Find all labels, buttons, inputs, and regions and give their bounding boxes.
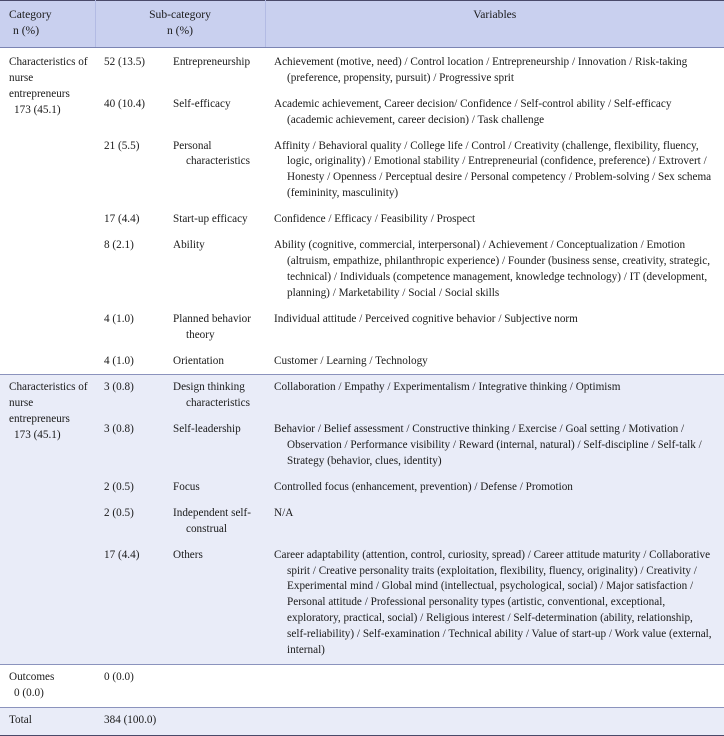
column-header-variables-label: Variables [473,8,517,21]
outcomes-sub-count: 0 (0.0) [95,664,167,708]
column-header-subcategory-line1: Sub-category [149,8,211,21]
category-count: 173 (45.1) [14,429,61,442]
column-header-variables: Variables [265,0,724,48]
subcategory-label: Ability [167,233,266,307]
table-row: 2 (0.5) Focus Controlled focus (enhancem… [0,474,724,501]
subcategory-count: 4 (1.0) [95,348,167,375]
table-body: Characteristics of nurse entrepreneurs 1… [0,47,724,736]
column-header-category-line1: Category [9,8,52,21]
variables-cell: Career adaptability (attention, control,… [265,542,724,665]
table-row: 17 (4.4) Start-up efficacy Confidence / … [0,207,724,234]
table-row: 4 (1.0) Orientation Customer / Learning … [0,348,724,375]
variables-summary-table: Category n (%) Sub-category n (%) Variab… [0,0,724,736]
subcategory-count: 21 (5.5) [95,133,167,208]
variables-cell: Individual attitude / Perceived cognitiv… [265,306,724,349]
table-row: 17 (4.4) Others Career adaptability (att… [0,542,724,665]
variables-cell: Confidence / Efficacy / Feasibility / Pr… [265,207,724,234]
total-row: Total 384 (100.0) [0,706,724,736]
subcategory-count: 4 (1.0) [95,306,167,349]
total-count: 384 (100.0) [95,706,167,736]
outcomes-row: Outcomes 0 (0.0) 0 (0.0) [0,664,724,708]
subcategory-label: Orientation [167,348,266,375]
subcategory-label: Design thinking characteristics [167,374,266,418]
outcomes-label: Outcomes [9,671,55,683]
variables-cell: Affinity / Behavioral quality / College … [265,133,724,208]
table-header: Category n (%) Sub-category n (%) Variab… [0,0,724,48]
total-subcategory [167,706,266,736]
table-container: Category n (%) Sub-category n (%) Variab… [0,0,724,736]
category-cell-section-1: Characteristics of nurse entrepreneurs 1… [0,47,95,375]
outcomes-category-cell: Outcomes 0 (0.0) [0,664,95,708]
subcategory-label: Others [167,542,266,665]
table-row: 40 (10.4) Self-efficacy Academic achieve… [0,91,724,134]
variables-cell: Controlled focus (enhancement, preventio… [265,474,724,501]
variables-cell: Achievement (motive, need) / Control loc… [265,47,724,92]
subcategory-count: 2 (0.5) [95,500,167,543]
subcategory-label: Self-leadership [167,417,266,475]
header-row: Category n (%) Sub-category n (%) Variab… [0,0,724,48]
table-row: 21 (5.5) Personal characteristics Affini… [0,133,724,208]
subcategory-count: 17 (4.4) [95,542,167,665]
variables-cell: Ability (cognitive, commercial, interper… [265,233,724,307]
category-cell-section-2: Characteristics of nurse entrepreneurs 1… [0,374,95,665]
variables-cell: Collaboration / Empathy / Experimentalis… [265,374,724,418]
subcategory-label: Independent self-construal [167,500,266,543]
variables-cell: N/A [265,500,724,543]
variables-cell: Behavior / Belief assessment / Construct… [265,417,724,475]
category-label: Characteristics of nurse entrepreneurs [9,381,88,426]
variables-cell: Academic achievement, Career decision/ C… [265,91,724,134]
column-header-category-line2: n (%) [13,24,40,38]
subcategory-label: Focus [167,474,266,501]
subcategory-label: Entrepreneurship [167,47,266,92]
subcategory-count: 2 (0.5) [95,474,167,501]
total-label: Total [0,706,95,736]
category-label: Characteristics of nurse entrepreneurs [9,55,88,100]
subcategory-label: Planned behavior theory [167,306,266,349]
subcategory-label: Self-efficacy [167,91,266,134]
outcomes-variables [265,664,724,708]
table-row: 8 (2.1) Ability Ability (cognitive, comm… [0,233,724,307]
subcategory-count: 3 (0.8) [95,417,167,475]
subcategory-label: Start-up efficacy [167,207,266,234]
category-count: 173 (45.1) [14,103,61,116]
column-header-subcategory-line2: n (%) [166,24,194,38]
outcomes-subcategory [167,664,266,708]
subcategory-label: Personal characteristics [167,133,266,208]
table-row: 2 (0.5) Independent self-construal N/A [0,500,724,543]
table-row: 4 (1.0) Planned behavior theory Individu… [0,306,724,349]
column-header-category: Category n (%) [0,0,96,48]
column-header-subcategory: Sub-category n (%) [95,0,266,48]
subcategory-count: 17 (4.4) [95,207,167,234]
table-row: Characteristics of nurse entrepreneurs 1… [0,374,724,665]
subcategory-count: 52 (13.5) [95,47,167,92]
subcategory-count: 3 (0.8) [95,374,167,418]
subcategory-count: 8 (2.1) [95,233,167,307]
table-row: Characteristics of nurse entrepreneurs 1… [0,47,724,375]
total-variables [265,706,724,736]
variables-cell: Customer / Learning / Technology [265,348,724,375]
table-row: 3 (0.8) Self-leadership Behavior / Belie… [0,417,724,475]
subcategory-count: 40 (10.4) [95,91,167,134]
